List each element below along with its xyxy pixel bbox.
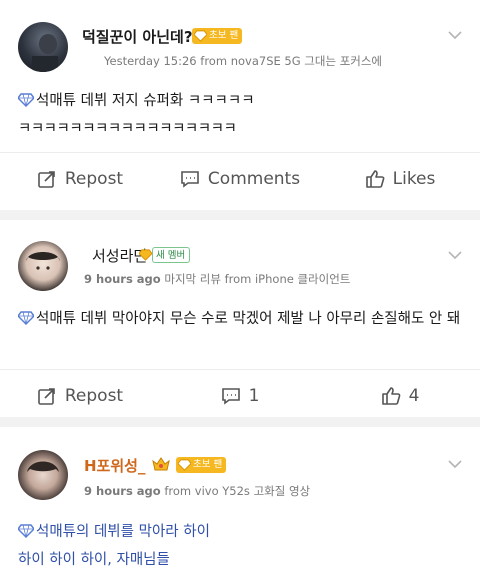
avatar[interactable] (18, 450, 68, 500)
post-meta: Yesterday 15:26 from nova7SE 5G 그대는 포커스에 (104, 53, 382, 69)
avatar[interactable] (18, 241, 68, 291)
post-time: Yesterday 15:26 (104, 54, 197, 68)
username[interactable]: H포위성_ (84, 455, 145, 476)
repost-label: Repost (64, 385, 124, 406)
post-time: 9 hours ago (84, 272, 161, 286)
badge-label: 초보 팬 (209, 30, 239, 41)
repost-icon (38, 170, 55, 188)
post-text-line: 석매튜 데뷔 막아야지 무슨 수로 막겠어 제발 나 아무리 손질해도 안 돼 (36, 311, 461, 327)
comment-icon (221, 387, 240, 405)
chevron-down-icon[interactable] (448, 248, 462, 262)
post-card: 서성라면 새 멤버 9 hours ago 마지막 리뷰 from iPhone… (0, 220, 480, 417)
thumbs-up-icon (381, 386, 400, 405)
post-time: 9 hours ago (84, 484, 161, 498)
post-text: ㅋㅋㅋㅋㅋㅋㅋㅋㅋㅋㅋㅋㅋㅋㅋㅋㅋ (18, 121, 237, 137)
badge-label: 초보 팬 (193, 459, 223, 470)
post-text: 석매튜의 데뷔를 막아라 하이 (18, 520, 210, 541)
repost-button[interactable]: Repost (0, 370, 160, 421)
comments-count: 1 (248, 385, 260, 406)
post-card: 덕질꾼이 아닌데? 초보 팬 Yesterday 15:26 from nova… (0, 0, 480, 210)
username[interactable]: 덕질꾼이 아닌데? (82, 26, 193, 47)
post-card: H포위성_ 초보 팬 9 hours ago from vivo Y52s 고화… (0, 427, 480, 568)
post-header: 덕질꾼이 아닌데? 초보 팬 Yesterday 15:26 from nova… (0, 0, 480, 72)
diamond-icon (18, 93, 34, 107)
likes-button[interactable]: 4 (320, 370, 480, 421)
comments-label: Comments (207, 168, 301, 189)
post-text: 석매튜 데뷔 저지 슈퍼화 ㅋㅋㅋㅋㅋ (18, 89, 255, 110)
repost-button[interactable]: Repost (0, 153, 160, 204)
repost-icon (38, 387, 55, 405)
diamond-icon (18, 311, 34, 325)
post-meta: 9 hours ago 마지막 리뷰 from iPhone 클라이언트 (84, 271, 350, 287)
action-bar: Repost 1 4 (0, 369, 480, 421)
post-text-line: 석매튜 데뷔 저지 슈퍼화 ㅋㅋㅋㅋㅋ (36, 93, 255, 109)
thumbs-up-icon (365, 169, 385, 188)
chevron-down-icon[interactable] (448, 28, 462, 42)
member-badge: 새 멤버 (139, 247, 191, 263)
post-meta: 9 hours ago from vivo Y52s 고화질 영상 (84, 483, 310, 499)
comment-icon (181, 170, 199, 188)
post-source: from nova7SE 5G 그대는 포커스에 (196, 54, 383, 68)
fan-badge: 초보 팬 (176, 457, 227, 473)
likes-count: 4 (408, 385, 420, 406)
chevron-down-icon[interactable] (448, 457, 462, 471)
likes-label: Likes (392, 168, 436, 189)
gem-icon (194, 30, 207, 42)
gem-icon (178, 459, 191, 471)
likes-button[interactable]: Likes (320, 153, 480, 204)
repost-label: Repost (64, 168, 124, 189)
post-source: from vivo Y52s 고화질 영상 (160, 484, 311, 498)
post-header: H포위성_ 초보 팬 9 hours ago from vivo Y52s 고화… (0, 427, 480, 500)
post-source: 마지막 리뷰 from iPhone 클라이언트 (160, 272, 351, 286)
post-header: 서성라면 새 멤버 9 hours ago 마지막 리뷰 from iPhone… (0, 220, 480, 291)
post-text-line: 석매튜의 데뷔를 막아라 하이 (36, 524, 210, 540)
gem-icon (139, 249, 152, 261)
avatar[interactable] (18, 22, 68, 72)
comments-button[interactable]: Comments (160, 153, 320, 204)
crown-icon (152, 457, 170, 471)
post-text: 석매튜 데뷔 막아야지 무슨 수로 막겠어 제발 나 아무리 손질해도 안 돼 (18, 307, 460, 328)
post-text: 하이 하이 하이, 자매님들 (18, 552, 170, 568)
diamond-icon (18, 524, 34, 538)
badge-label: 새 멤버 (156, 250, 186, 261)
comments-button[interactable]: 1 (160, 370, 320, 421)
fan-badge: 초보 팬 (192, 28, 243, 44)
action-bar: Repost Comments Likes (0, 152, 480, 204)
